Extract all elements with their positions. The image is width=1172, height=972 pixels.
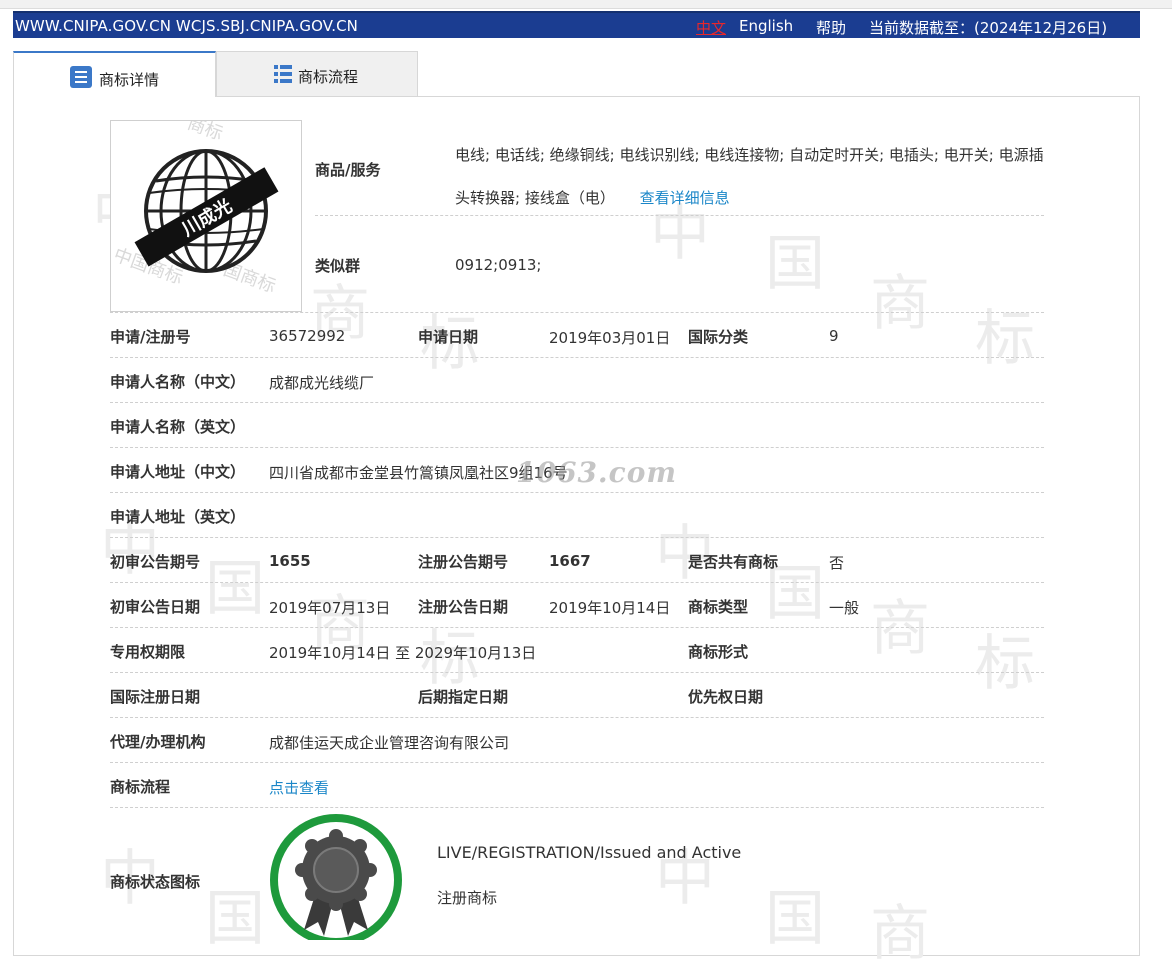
prelim-date-value: 2019年07月13日: [269, 599, 391, 617]
divider: [110, 402, 1044, 403]
similar-group-label: 类似群: [315, 257, 361, 275]
tab-trademark-flow[interactable]: 商标流程: [216, 51, 418, 97]
tab-trademark-detail[interactable]: 商标详情: [13, 51, 216, 97]
agent-value: 成都佳运天成企业管理咨询有限公司: [269, 734, 510, 752]
divider: [110, 717, 1044, 718]
list-icon: [70, 66, 92, 92]
tab-label: 商标流程: [298, 68, 359, 86]
divider: [110, 537, 1044, 538]
type-value: 一般: [829, 599, 860, 617]
help-link[interactable]: 帮助: [816, 17, 846, 38]
applicant-cn-value: 成都成光线缆厂: [269, 374, 375, 392]
view-flow-link[interactable]: 点击查看: [269, 777, 329, 798]
prelim-no-label: 初审公告期号: [110, 553, 201, 571]
site-watermark-text: 1063.com: [516, 456, 678, 489]
grid-list-icon: [274, 65, 292, 87]
status-badge-icon: [268, 812, 404, 940]
lang-chinese-link[interactable]: 中文: [696, 17, 726, 38]
priority-label: 优先权日期: [688, 688, 764, 706]
reg-no-label: 注册公告期号: [418, 553, 509, 571]
app-no-label: 申请/注册号: [110, 328, 191, 346]
site-domains: WWW.CNIPA.GOV.CN WCJS.SBJ.CNIPA.GOV.CN: [15, 17, 358, 35]
reg-date-value: 2019年10月14日: [549, 599, 671, 617]
goods-services-list: 电线; 电话线; 绝缘铜线; 电线识别线; 电线连接物; 自动定时开关; 电插头…: [455, 134, 1055, 220]
agent-label: 代理/办理机构: [110, 733, 206, 751]
site-header-bar: WWW.CNIPA.GOV.CN WCJS.SBJ.CNIPA.GOV.CN 中…: [13, 11, 1140, 38]
intl-class-value: 9: [829, 327, 839, 345]
later-date-label: 后期指定日期: [418, 688, 509, 706]
trademark-image[interactable]: 商标 中国商标 国商标 川成光: [110, 113, 302, 312]
divider: [110, 357, 1044, 358]
svg-text:商标: 商标: [185, 121, 226, 145]
status-cn-text: 注册商标: [437, 889, 498, 907]
divider: [110, 447, 1044, 448]
term-label: 专用权期限: [110, 643, 186, 661]
form-label: 商标形式: [688, 643, 749, 661]
app-date-label: 申请日期: [418, 328, 479, 346]
data-as-of-date: 当前数据截至：(2024年12月26日): [869, 19, 1108, 37]
divider: [110, 672, 1044, 673]
divider: [110, 762, 1044, 763]
divider: [110, 807, 1044, 808]
divider: [110, 582, 1044, 583]
status-en-text: LIVE/REGISTRATION/Issued and Active: [437, 843, 742, 862]
divider: [315, 215, 1044, 216]
intl-reg-date-label: 国际注册日期: [110, 688, 201, 706]
goods-value: 电线; 电话线; 绝缘铜线; 电线识别线; 电线连接物; 自动定时开关; 电插头…: [455, 146, 1044, 207]
reg-no-value: 1667: [549, 552, 591, 570]
app-date-value: 2019年03月01日: [549, 329, 671, 347]
address-en-label: 申请人地址（英文）: [110, 508, 246, 526]
goods-label: 商品/服务: [315, 161, 381, 179]
view-detail-link[interactable]: 查看详细信息: [640, 189, 730, 207]
divider: [110, 627, 1044, 628]
prelim-no-value: 1655: [269, 552, 311, 570]
intl-class-label: 国际分类: [688, 328, 749, 346]
divider: [110, 492, 1044, 493]
similar-group-value: 0912;0913;: [455, 256, 542, 274]
address-cn-label: 申请人地址（中文）: [110, 463, 246, 481]
browser-frame-edge: [0, 0, 1172, 9]
shared-value: 否: [829, 554, 845, 572]
term-value: 2019年10月14日 至 2029年10月13日: [269, 644, 537, 662]
tab-label: 商标详情: [99, 71, 160, 89]
status-icon-label: 商标状态图标: [110, 873, 201, 891]
shared-label: 是否共有商标: [688, 553, 779, 571]
app-no-value: 36572992: [269, 327, 346, 345]
prelim-date-label: 初审公告日期: [110, 598, 201, 616]
flow-label: 商标流程: [110, 778, 171, 796]
applicant-en-label: 申请人名称（英文）: [110, 418, 246, 436]
applicant-cn-label: 申请人名称（中文）: [110, 373, 246, 391]
lang-english-link[interactable]: English: [739, 17, 793, 35]
reg-date-label: 注册公告日期: [418, 598, 509, 616]
type-label: 商标类型: [688, 598, 749, 616]
divider: [110, 312, 1044, 313]
